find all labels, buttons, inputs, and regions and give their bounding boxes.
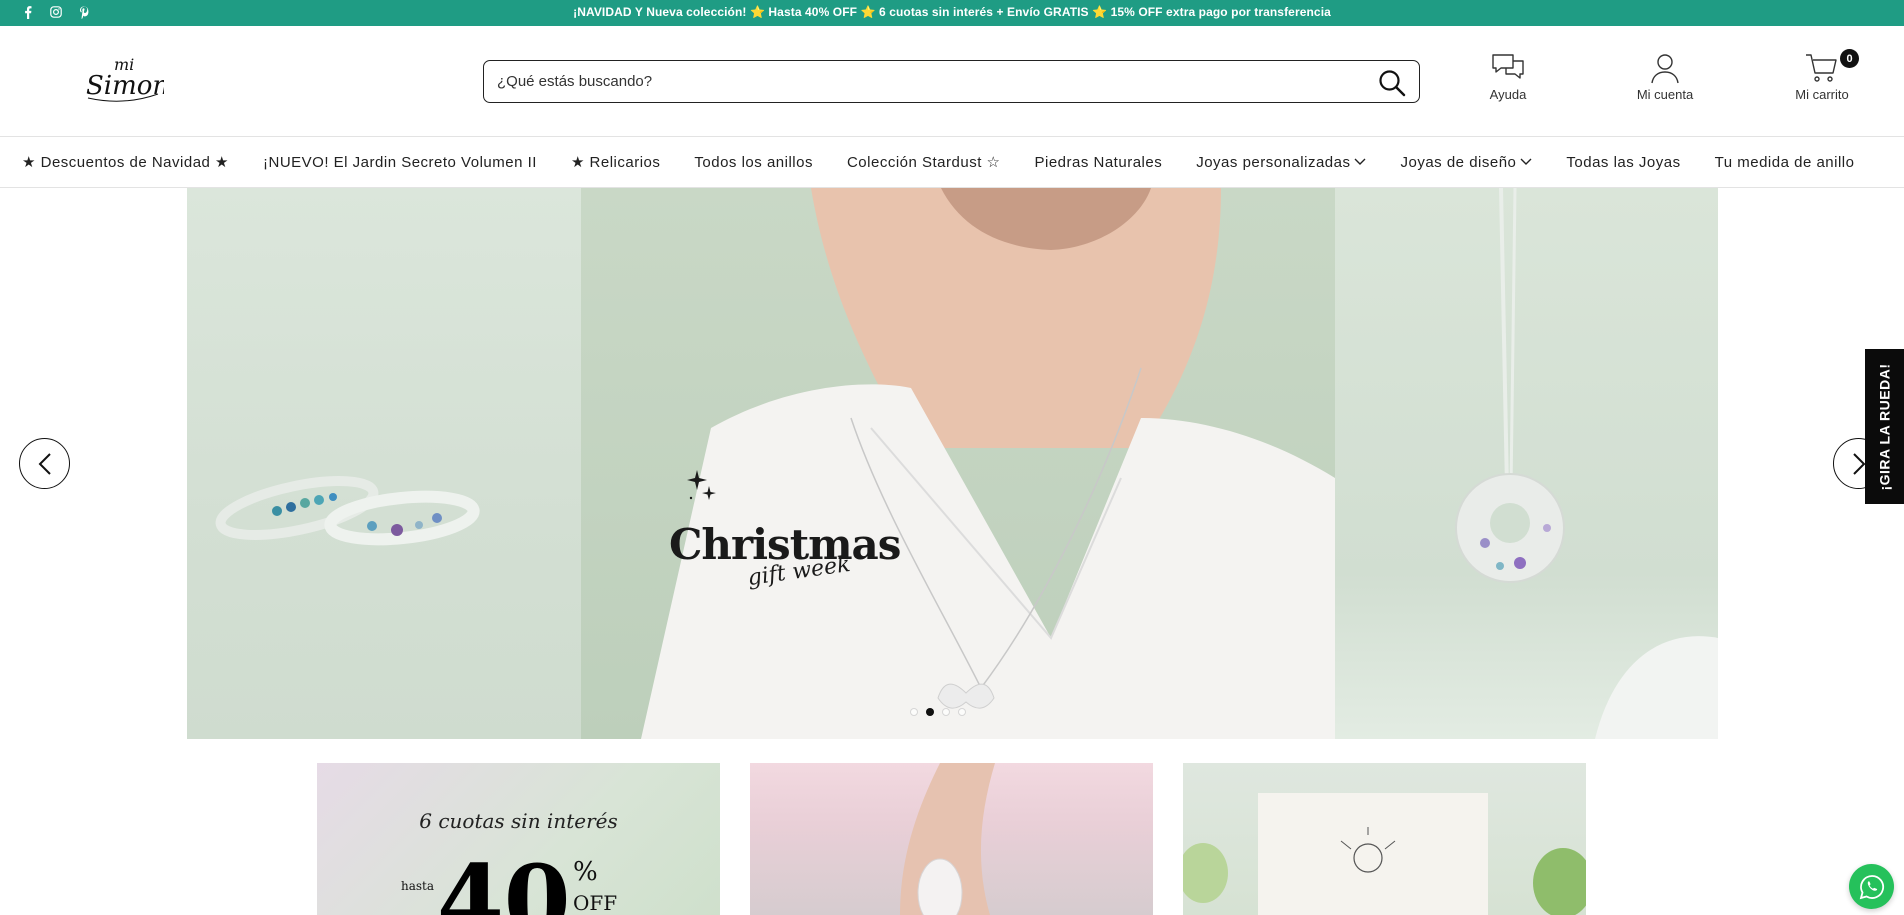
promo-card-off: OFF: [573, 891, 618, 915]
cart-link[interactable]: Mi carrito 0: [1772, 49, 1872, 102]
nav-item-todos-anillos[interactable]: Todos los anillos: [694, 154, 813, 171]
nav-item-joyas-diseno[interactable]: Joyas de diseño: [1400, 154, 1532, 171]
account-label: Mi cuenta: [1636, 87, 1694, 102]
hero-title-block: Christmas gift week: [669, 470, 901, 591]
pendant-image: [1335, 188, 1718, 739]
spin-wheel-label: ¡GIRA LA RUEDA!: [1876, 362, 1893, 491]
nav-item-label: Tu medida de anillo: [1714, 153, 1855, 171]
chevron-down-icon: [1520, 158, 1532, 165]
rings-image: [187, 188, 581, 739]
chevron-down-icon: [1354, 158, 1366, 165]
nav-item-label: Piedras Naturales: [1034, 153, 1163, 171]
nav-item-todas-joyas[interactable]: Todas las Joyas: [1566, 154, 1680, 171]
nav-item-label: Todos los anillos: [694, 153, 813, 171]
carousel-dot[interactable]: [942, 708, 950, 716]
user-icon: [1651, 54, 1679, 84]
sparkle-icon: [687, 470, 716, 500]
shopping-cart-icon: [1806, 54, 1837, 82]
announcement-text: ¡NAVIDAD Y Nueva colección! ⭐ Hasta 40% …: [573, 5, 1331, 19]
whatsapp-button[interactable]: [1849, 864, 1894, 909]
nav-item-medida-anillo[interactable]: Tu medida de anillo: [1715, 154, 1855, 171]
help-link[interactable]: Ayuda: [1458, 52, 1558, 102]
cart-label: Mi carrito: [1795, 87, 1849, 102]
brand-logo[interactable]: mi Simona: [84, 54, 185, 106]
carousel-dot[interactable]: [958, 708, 966, 716]
cart-count-badge: 0: [1840, 49, 1859, 68]
search-button[interactable]: [1377, 68, 1407, 98]
promo-card-discount: 40: [437, 844, 571, 915]
chevron-left-icon: [38, 452, 51, 475]
hand-image: [900, 763, 995, 915]
search-bar: [483, 60, 1420, 103]
carousel-prev-button[interactable]: [19, 438, 70, 489]
nav-item-label: ★ Descuentos de Navidad ★: [22, 154, 229, 171]
carousel-dot-active[interactable]: [926, 708, 934, 716]
main-navigation: ★ Descuentos de Navidad ★ ¡NUEVO! El Jar…: [0, 137, 1904, 188]
nav-item-jardin-secreto[interactable]: ¡NUEVO! El Jardin Secreto Volumen II: [263, 154, 537, 171]
model-image: [581, 188, 1335, 739]
spin-wheel-tab[interactable]: ¡GIRA LA RUEDA!: [1865, 349, 1904, 504]
nav-item-label: ¡NUEVO! El Jardin Secreto Volumen II: [263, 153, 537, 171]
promo-card-cuotas[interactable]: 6 cuotas sin interés hasta 40 % OFF: [317, 763, 720, 915]
promo-card-headline: 6 cuotas sin interés: [419, 809, 618, 833]
nav-item-joyas-personalizadas[interactable]: Joyas personalizadas: [1196, 154, 1366, 171]
help-label: Ayuda: [1489, 87, 1527, 102]
nav-item-label: Joyas de diseño: [1400, 153, 1517, 171]
promo-card-hasta: hasta: [401, 879, 435, 893]
search-input[interactable]: [484, 73, 1344, 90]
nav-item-coleccion-stardust[interactable]: Colección Stardust ☆: [847, 153, 1001, 171]
search-icon: [1379, 70, 1406, 97]
account-link[interactable]: Mi cuenta: [1615, 52, 1715, 102]
carousel-pagination: [910, 708, 966, 716]
nav-item-label: Todas las Joyas: [1566, 153, 1681, 171]
carousel-dot[interactable]: [910, 708, 918, 716]
gift-box-image: [1183, 793, 1586, 915]
svg-text:Simona: Simona: [86, 71, 164, 101]
nav-item-label: Colección Stardust ☆: [846, 154, 1001, 171]
promo-card-percent: %: [573, 857, 598, 887]
nav-item-descuentos-navidad[interactable]: ★ Descuentos de Navidad ★: [22, 153, 229, 171]
chevron-right-icon: [1852, 452, 1865, 475]
nav-item-label: ★ Relicarios: [570, 154, 661, 171]
nav-item-label: Joyas personalizadas: [1196, 153, 1351, 171]
nav-item-piedras-naturales[interactable]: Piedras Naturales: [1034, 154, 1162, 171]
chat-bubbles-icon: [1492, 54, 1524, 79]
site-header: mi Simona Ayuda Mi cuenta Mi carrito: [0, 26, 1904, 137]
promo-card-manicure[interactable]: [750, 763, 1153, 915]
nav-item-relicarios[interactable]: ★ Relicarios: [571, 153, 660, 171]
promo-card-packaging[interactable]: [1183, 763, 1586, 915]
announcement-bar: ¡NAVIDAD Y Nueva colección! ⭐ Hasta 40% …: [0, 0, 1904, 26]
whatsapp-icon: [1859, 874, 1884, 899]
hero-carousel[interactable]: Christmas gift week: [187, 188, 1718, 739]
